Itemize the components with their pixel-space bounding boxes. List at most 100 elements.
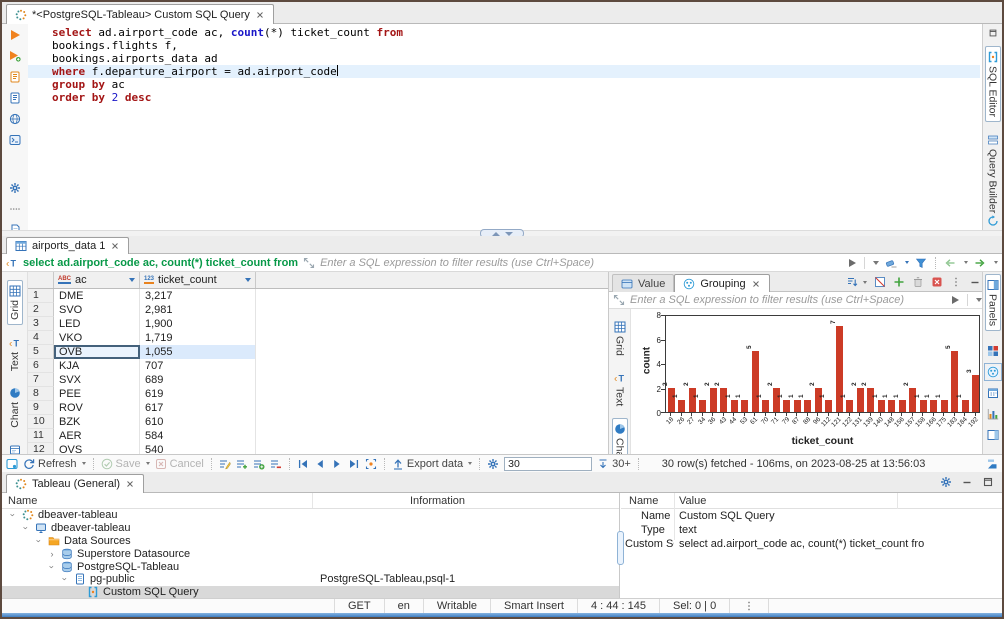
maximize-icon[interactable] [988,28,998,38]
toggle-panel-icon[interactable] [6,458,18,470]
chart-bar[interactable] [678,400,685,412]
cell-ticket-count[interactable]: 2,981 [140,303,256,317]
settings-button[interactable] [7,181,23,195]
chart-bar[interactable] [720,388,727,413]
chart-bar[interactable] [689,388,696,413]
cell-ticket-count[interactable]: 584 [140,429,256,443]
row-number[interactable]: 4 [28,331,54,345]
execute-in-new-tab-button[interactable] [7,49,23,63]
clear-filter-icon[interactable] [885,257,897,269]
close-icon[interactable] [751,279,761,289]
results-filter-bar[interactable]: ‹T select ad.airport_code ac, count(*) t… [2,254,1002,272]
results-tab[interactable]: airports_data 1 [6,237,129,254]
cell-ac[interactable]: SVX [54,373,140,387]
column-header-ticket-count[interactable]: 123 ticket_count [140,272,256,288]
cell-ac[interactable]: SVO [54,303,140,317]
go-to-row-icon[interactable] [365,458,377,470]
minimize-icon[interactable] [961,476,973,488]
row-number[interactable]: 2 [28,303,54,317]
chart-bar[interactable] [899,400,906,412]
filter-history-dropdown-icon[interactable] [873,261,879,265]
grouping-filter-placeholder[interactable]: Enter a SQL expression to filter results… [630,294,904,306]
results-tab-text[interactable]: ‹TText [8,333,22,375]
row-number[interactable]: 7 [28,373,54,387]
cell-ticket-count[interactable]: 1,719 [140,331,256,345]
copy-results-icon[interactable] [986,458,998,470]
chart-bar[interactable] [668,388,675,413]
cell-ac[interactable]: AER [54,429,140,443]
clear-groupings-icon[interactable] [931,276,943,288]
property-value[interactable]: Custom SQL Query [674,509,775,523]
calendar-panel-icon[interactable] [987,387,999,399]
property-row[interactable]: Typetext [621,523,1002,537]
results-tab-grid[interactable]: Grid [7,280,23,325]
expand-filter-icon[interactable] [613,294,625,306]
table-row[interactable]: 1DME3,217 [28,289,608,303]
chart-bar[interactable] [804,400,811,412]
grouping-tab-grid[interactable]: Grid [613,317,627,360]
sync-connection-icon[interactable] [987,215,999,227]
overflow-button[interactable] [7,202,23,216]
execute-statement-button[interactable] [7,28,23,42]
remove-grouping-icon[interactable] [912,276,924,288]
cell-ticket-count[interactable]: 540 [140,443,256,454]
editor-tab[interactable]: *<PostgreSQL-Tableau> Custom SQL Query [6,4,274,24]
value-viewer-panel-icon[interactable] [987,429,999,441]
name-column-header[interactable]: Name [629,495,658,507]
tab-value[interactable]: Value [612,274,674,292]
property-row[interactable]: Custom SQselect ad.airport_code ac, coun… [621,537,1002,551]
cell-ticket-count[interactable]: 610 [140,415,256,429]
forward-icon[interactable] [974,257,986,269]
table-row[interactable]: 5OVB1,055 [28,345,608,359]
chart-bar[interactable] [941,400,948,412]
panel-menu-icon[interactable] [950,276,962,288]
table-row[interactable]: 9ROV617 [28,401,608,415]
information-column-header[interactable]: Information [410,495,465,507]
grouping-panel-icon[interactable] [987,366,999,378]
cell-ticket-count[interactable]: 1,055 [140,345,256,359]
filter-placeholder[interactable]: Enter a SQL expression to filter results… [320,257,594,269]
expander-icon[interactable]: › [20,523,32,533]
cancel-button[interactable]: Cancel [155,458,204,470]
chart-bar[interactable] [783,400,790,412]
chart-bar[interactable] [815,388,822,413]
data-grid[interactable]: ABC ac 123 ticket_count 1DME3,2172SVO2,9… [28,272,608,454]
last-row-icon[interactable] [348,458,360,470]
cell-ac[interactable]: VKO [54,331,140,345]
expander-icon[interactable]: › [7,510,19,520]
cell-ac[interactable]: ROV [54,401,140,415]
column-header-ac[interactable]: ABC ac [54,272,140,288]
chart-bar[interactable] [836,326,843,412]
close-icon[interactable] [255,10,265,20]
cell-ticket-count[interactable]: 619 [140,387,256,401]
table-row[interactable]: 3LED1,900 [28,317,608,331]
explain-plan-button[interactable] [7,91,23,105]
delete-row-icon[interactable] [270,458,282,470]
close-icon[interactable] [110,241,120,251]
open-console-button[interactable] [7,133,23,147]
tab-grouping[interactable]: Grouping [674,274,769,292]
row-number[interactable]: 11 [28,429,54,443]
expand-filter-icon[interactable] [303,257,315,269]
sql-code-area[interactable]: select ad.airport_code ac, count(*) tick… [28,26,980,104]
table-row[interactable]: 8PEE619 [28,387,608,401]
chart-bar[interactable] [920,400,927,412]
property-value[interactable]: text [674,523,697,537]
chart-bar[interactable] [731,400,738,412]
chart-bar[interactable] [699,400,706,412]
grouping-tab-chart[interactable]: Chart [612,418,628,454]
property-value[interactable]: select ad.airport_code ac, count(*) tick… [674,537,924,551]
grouping-tab-text[interactable]: ‹TText [613,368,627,410]
chart-bar[interactable] [710,388,717,413]
chart-bar[interactable] [857,388,864,413]
table-row[interactable]: 6KJA707 [28,359,608,373]
chart-bar[interactable] [951,351,958,412]
previous-row-icon[interactable] [314,458,326,470]
fetch-more-button[interactable]: 30+ [597,458,631,470]
status-overflow-icon[interactable] [730,599,769,613]
chart-bar[interactable] [909,388,916,413]
cell-ticket-count[interactable]: 707 [140,359,256,373]
cell-ticket-count[interactable]: 689 [140,373,256,387]
duplicate-row-icon[interactable] [253,458,265,470]
first-row-icon[interactable] [297,458,309,470]
